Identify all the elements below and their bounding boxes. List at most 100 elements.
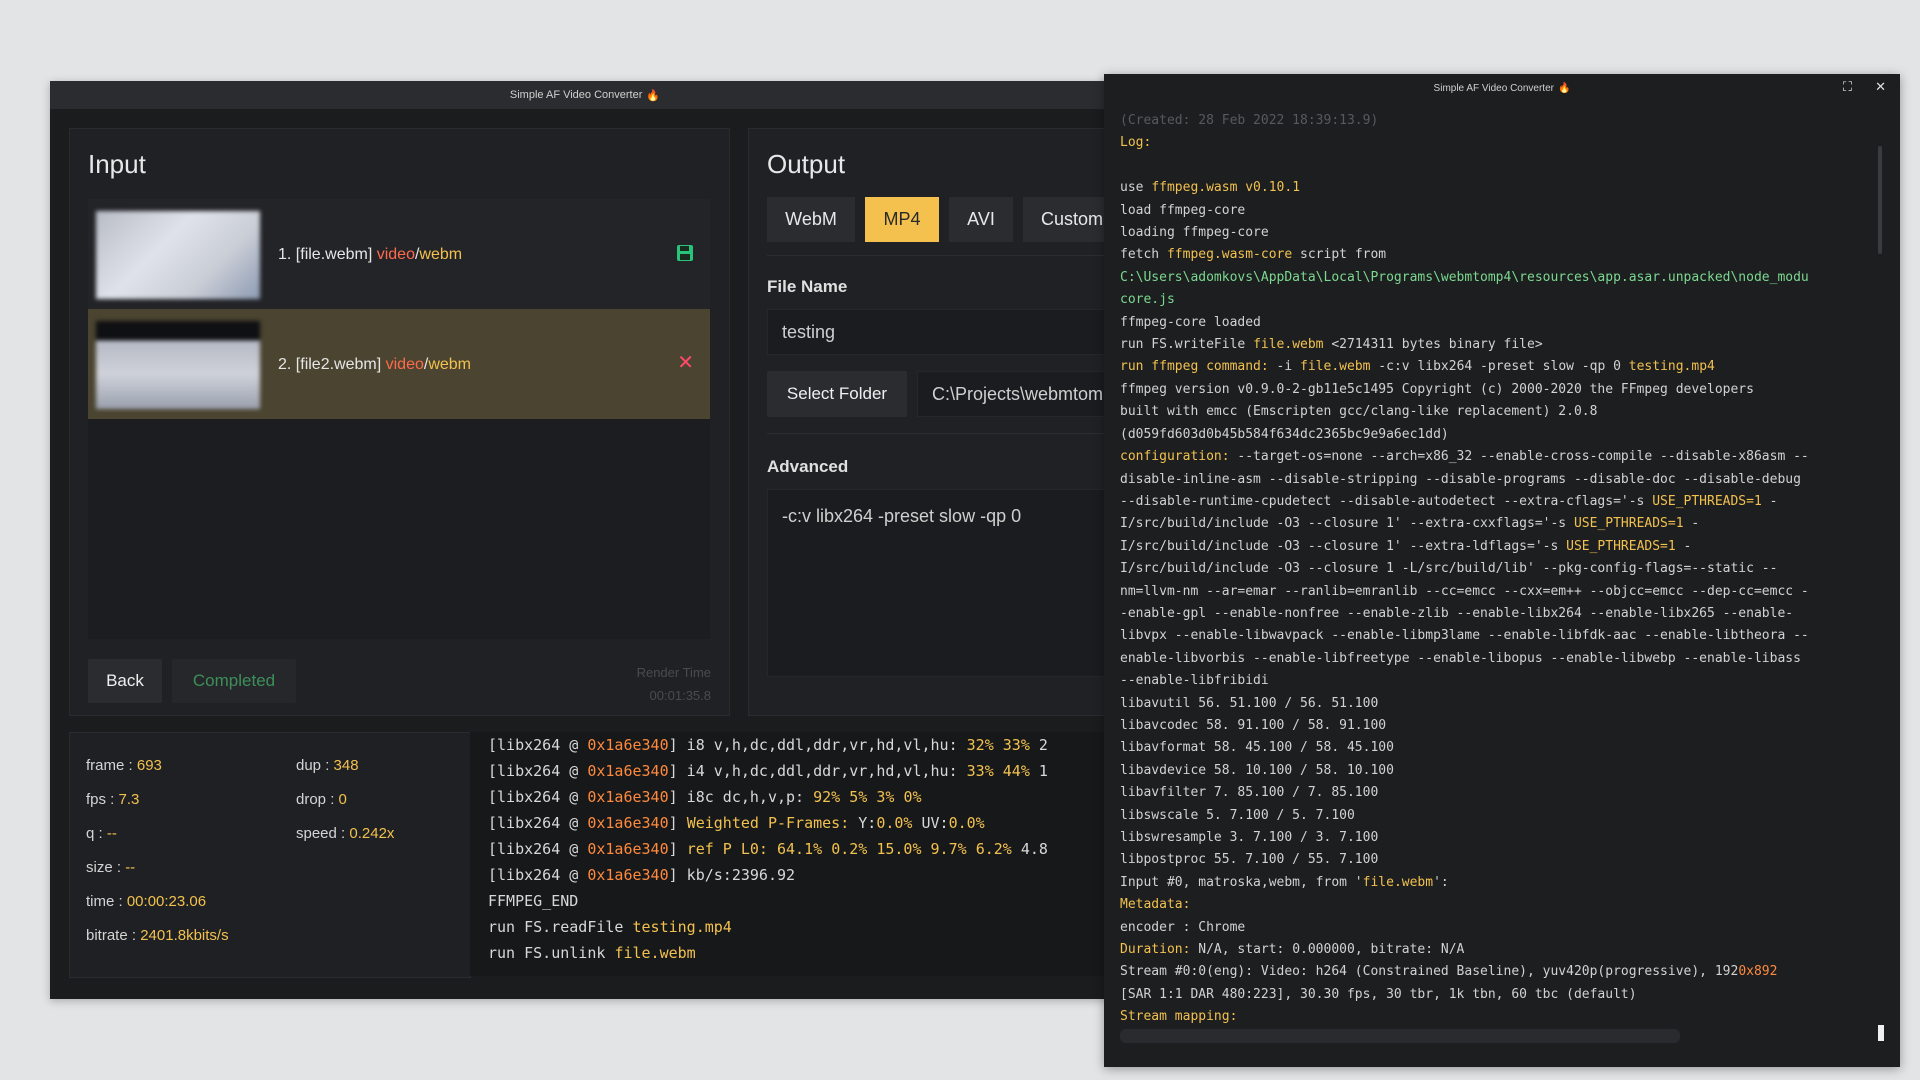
log-line: disable-inline-asm --disable-stripping -…: [1120, 471, 1801, 487]
log-line: run FS.unlink file.webm: [488, 944, 696, 962]
file-item-1[interactable]: 1. [file.webm] video/webm: [88, 199, 710, 309]
log-line: libswresample 3. 7.100 / 3. 7.100: [1120, 830, 1379, 845]
log-created: (Created: 28 Feb 2022 18:39:13.9): [1120, 113, 1379, 128]
log-line: encoder : Chrome: [1120, 919, 1246, 935]
divider: [767, 255, 1120, 256]
divider: [767, 433, 1120, 434]
log-line: Stream mapping:: [1120, 1009, 1238, 1025]
log-line: I/src/build/include -O3 --closure 1' --e…: [1120, 516, 1700, 532]
close-window-icon[interactable]: ✕: [1875, 80, 1886, 94]
log-line: --disable-runtime-cpudetect --disable-au…: [1120, 493, 1778, 509]
input-heading: Input: [88, 149, 146, 179]
log-line: libavutil 56. 51.100 / 56. 51.100: [1120, 695, 1379, 711]
log-line: libpostproc 55. 7.100 / 55. 7.100: [1120, 852, 1379, 868]
stat-dup: dup : 348: [296, 757, 359, 774]
log-line: libavcodec 58. 91.100 / 58. 91.100: [1120, 717, 1387, 733]
render-time-label: Render Time: [636, 665, 711, 680]
log-titlebar: Simple AF Video Converter 🔥 ⛶ ✕: [1104, 74, 1900, 102]
log-line: use ffmpeg.wasm v0.10.1: [1120, 180, 1301, 196]
file-name-label: File Name: [767, 277, 848, 296]
file-label: 1. [file.webm] video/webm: [278, 246, 463, 263]
log-lines: Log: use ffmpeg.wasm v0.10.1 load ffmpeg-…: [1120, 132, 1872, 1028]
log-line: Log:: [1120, 135, 1152, 151]
log-line: Stream #0:0(eng): Video: h264 (Constrain…: [1120, 964, 1778, 980]
file-item-2[interactable]: 2. [file2.webm] video/webm ✕: [88, 309, 710, 419]
log-line: I/src/build/include -O3 --closure 1 -L/s…: [1120, 561, 1778, 577]
log-line: [libx264 @ 0x1a6e340] ref P L0: 64.1% 0.…: [488, 840, 1048, 858]
completed-button[interactable]: Completed: [172, 659, 296, 703]
file-list: 1. [file.webm] video/webm 2. [file2.webm…: [88, 199, 710, 639]
log-line: run ffmpeg command: -i file.webm -c:v li…: [1120, 359, 1715, 375]
log-line: libvpx --enable-libwavpack --enable-libm…: [1120, 628, 1809, 644]
stat-q: q : --: [86, 825, 117, 842]
log-line: loading ffmpeg-core: [1120, 225, 1269, 241]
log-line: libavformat 58. 45.100 / 58. 45.100: [1120, 740, 1394, 756]
log-line: core.js: [1120, 292, 1175, 308]
advanced-label: Advanced: [767, 457, 849, 476]
folder-path-input[interactable]: C:\Projects\webmtomp4: [917, 371, 1120, 417]
main-window: Simple AF Video Converter 🔥 Input 1. [fi…: [50, 81, 1120, 999]
flame-icon: 🔥: [1557, 82, 1571, 94]
log-window: Simple AF Video Converter 🔥 ⛶ ✕ (Created…: [1104, 74, 1900, 1067]
log-line: [libx264 @ 0x1a6e340] i4 v,h,dc,ddl,ddr,…: [488, 762, 1048, 780]
save-icon[interactable]: [676, 244, 694, 262]
format-webm-button[interactable]: WebM: [767, 197, 855, 242]
file-label: 2. [file2.webm] video/webm: [278, 356, 472, 373]
format-avi-button[interactable]: AVI: [949, 197, 1013, 242]
log-line: ffmpeg-core loaded: [1120, 314, 1261, 330]
output-heading: Output: [767, 149, 846, 179]
log-line: run FS.writeFile file.webm <2714311 byte…: [1120, 337, 1543, 353]
log-line: Input #0, matroska,webm, from 'file.webm…: [1120, 874, 1449, 890]
stat-drop: drop : 0: [296, 791, 347, 808]
text-cursor: [1878, 1025, 1884, 1041]
log-line: --enable-libfribidi: [1120, 673, 1269, 689]
log-line: load ffmpeg-core: [1120, 202, 1246, 218]
flame-icon: 🔥: [646, 89, 661, 102]
ffmpeg-log[interactable]: [libx264 @ 0x1a6e340] i8 v,h,dc,ddl,ddr,…: [470, 732, 1120, 976]
horizontal-scrollbar[interactable]: [1120, 1029, 1680, 1043]
vertical-scrollbar[interactable]: [1878, 146, 1882, 254]
log-line: run FS.readFile testing.mp4: [488, 918, 732, 936]
back-button[interactable]: Back: [88, 659, 162, 703]
log-line: [libx264 @ 0x1a6e340] i8 v,h,dc,ddl,ddr,…: [488, 736, 1048, 754]
log-line: fetch ffmpeg.wasm-core script from: [1120, 247, 1387, 263]
file-name: [file.webm]: [295, 246, 373, 263]
log-line: FFMPEG_END: [488, 892, 579, 910]
stat-frame: frame : 693: [86, 757, 162, 774]
stat-time: time : 00:00:23.06: [86, 893, 207, 910]
video-thumbnail: [96, 211, 260, 299]
log-line: libswscale 5. 7.100 / 5. 7.100: [1120, 807, 1355, 823]
advanced-args-textarea[interactable]: -c:v libx264 -preset slow -qp 0: [767, 489, 1120, 677]
close-icon[interactable]: ✕: [677, 353, 694, 373]
log-line: C:\Users\adomkovs\AppData\Local\Programs…: [1120, 269, 1809, 285]
video-thumbnail: [96, 321, 260, 409]
maximize-icon[interactable]: ⛶: [1843, 80, 1852, 94]
stat-fps: fps : 7.3: [86, 791, 140, 808]
stat-bitrate: bitrate : 2401.8kbits/s: [86, 927, 229, 944]
main-titlebar: Simple AF Video Converter 🔥: [50, 81, 1120, 109]
format-mp4-button[interactable]: MP4: [865, 197, 939, 242]
file-index: 1.: [278, 246, 292, 263]
log-line: [libx264 @ 0x1a6e340] i8c dc,h,v,p: 92% …: [488, 788, 922, 806]
log-line: (d059fd603d0b45b584f634dc2365bc9e9a6ec1d…: [1120, 426, 1449, 442]
log-body[interactable]: (Created: 28 Feb 2022 18:39:13.9) Log: u…: [1120, 110, 1872, 1040]
log-line: nm=llvm-nm --ar=emar --ranlib=emranlib -…: [1120, 583, 1809, 599]
file-type: video: [376, 246, 415, 263]
file-index: 2.: [278, 356, 292, 373]
select-folder-button[interactable]: Select Folder: [767, 371, 907, 417]
input-panel: Input 1. [file.webm] video/webm 2. [file…: [69, 128, 730, 716]
log-window-title: Simple AF Video Converter: [1433, 82, 1554, 94]
log-line: I/src/build/include -O3 --closure 1' --e…: [1120, 538, 1692, 554]
file-name: [file2.webm]: [295, 356, 382, 373]
log-line: libavdevice 58. 10.100 / 58. 10.100: [1120, 762, 1394, 778]
log-line: Metadata:: [1120, 897, 1191, 913]
log-line: configuration: --target-os=none --arch=x…: [1120, 449, 1809, 465]
file-subtype: webm: [419, 246, 463, 263]
log-line: libavfilter 7. 85.100 / 7. 85.100: [1120, 785, 1379, 801]
log-line: [libx264 @ 0x1a6e340] kb/s:2396.92: [488, 866, 796, 884]
file-subtype: webm: [428, 356, 472, 373]
log-line: Duration: N/A, start: 0.000000, bitrate:…: [1120, 942, 1465, 958]
stat-size: size : --: [86, 859, 136, 876]
file-name-input[interactable]: testing: [767, 309, 1120, 355]
